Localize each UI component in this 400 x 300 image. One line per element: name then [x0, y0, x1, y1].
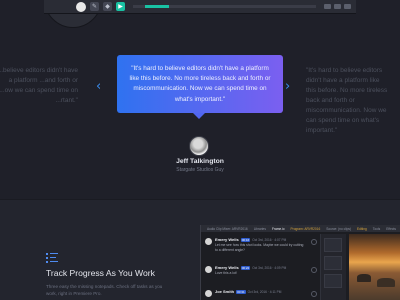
- comment-item[interactable]: Joe Smith 00:31 Oct 3rd, 2016 · 4:11 PM: [205, 289, 317, 300]
- comment-date: Oct 3rd, 2016 · 4:09 PM: [252, 266, 287, 270]
- tab-editing[interactable]: Editing: [357, 227, 367, 231]
- lock-icon[interactable]: ◆: [103, 2, 112, 11]
- comment-text: Love this a lot!: [215, 271, 237, 275]
- testimonial-quote-bubble: "It's hard to believe editors didn't hav…: [117, 55, 283, 119]
- tab-tools[interactable]: Tools: [373, 227, 380, 231]
- prev-arrow-icon[interactable]: ‹: [96, 79, 101, 94]
- comment-timecode[interactable]: 00:31: [236, 290, 246, 294]
- complete-checkbox[interactable]: [311, 291, 317, 297]
- comment-text: Let me see how this shot looks. Maybe we…: [215, 243, 304, 252]
- panel-tabs: Audio Clip Mixer: ARVR2016 Libraries Fra…: [201, 225, 400, 232]
- comment-header: Emery Wells 00:16 Oct 3rd, 2016 · 4:07 PM: [215, 237, 286, 242]
- timeline-track[interactable]: [133, 5, 316, 8]
- thumbnail[interactable]: [324, 256, 342, 270]
- comment-item[interactable]: Emery Wells 00:16 Oct 3rd, 2016 · 4:07 PM …: [205, 237, 317, 258]
- checklist-icon: [46, 252, 58, 263]
- feature-title: Track Progress As You Work: [46, 268, 155, 278]
- timeline-progress: [145, 5, 169, 8]
- app-toolbar: ✎ ◆ ▶: [44, 0, 356, 14]
- author-name: Jeff Talkington: [176, 158, 224, 165]
- side-quote-right: "It's hard to believe editors didn't hav…: [306, 67, 388, 134]
- comment-date: Oct 3rd, 2016 · 4:11 PM: [247, 290, 282, 294]
- tab-libraries[interactable]: Libraries: [254, 227, 266, 231]
- toolbar-tool-icon[interactable]: [344, 4, 351, 9]
- avatar: [205, 290, 212, 297]
- avatar: [205, 238, 212, 245]
- thumbnail-strip[interactable]: [320, 234, 346, 300]
- author-avatar: [189, 136, 209, 156]
- toolbar-tool-icon[interactable]: [324, 4, 331, 9]
- tab-program[interactable]: Program: ARVR2016: [291, 227, 321, 231]
- comment-timecode[interactable]: 00:16: [240, 238, 251, 242]
- comment-timecode[interactable]: 00:22: [240, 266, 251, 270]
- comment-date: Oct 3rd, 2016 · 4:07 PM: [252, 238, 287, 242]
- author-role: Stargate Studios Guy: [176, 167, 224, 173]
- premiere-panel-mockup: Audio Clip Mixer: ARVR2016 Libraries Fra…: [200, 225, 400, 300]
- pencil-icon[interactable]: ✎: [90, 2, 99, 11]
- comment-header: Joe Smith 00:31 Oct 3rd, 2016 · 4:11 PM: [215, 289, 281, 294]
- toolbar-tool-icon[interactable]: [334, 4, 341, 9]
- thumbnail[interactable]: [324, 238, 342, 252]
- complete-checkbox[interactable]: [311, 267, 317, 273]
- next-arrow-icon[interactable]: ›: [285, 79, 290, 94]
- comment-item[interactable]: Emery Wells 00:22 Oct 3rd, 2016 · 4:09 PM …: [205, 265, 317, 286]
- user-icon[interactable]: [76, 1, 86, 12]
- thumbnail[interactable]: [324, 274, 342, 288]
- comment-author: Joe Smith: [215, 289, 235, 294]
- side-quote-left: ...believe editors didn't have a platfor…: [0, 67, 78, 104]
- complete-checkbox[interactable]: [311, 239, 317, 245]
- feature-section: Track Progress As You Work Three easy th…: [0, 199, 400, 300]
- comment-header: Emery Wells 00:22 Oct 3rd, 2016 · 4:09 PM: [215, 265, 286, 270]
- tab-source[interactable]: Source: (no clips): [326, 227, 351, 231]
- feature-description: Three easy the missing notepads. Check o…: [46, 284, 163, 296]
- program-monitor-video[interactable]: [349, 234, 400, 300]
- comment-author: Emery Wells: [215, 237, 239, 242]
- tab-frameio[interactable]: Frame.io: [272, 227, 285, 231]
- play-icon[interactable]: ▶: [116, 2, 125, 11]
- avatar: [205, 266, 212, 273]
- tab-audio-clip-mixer[interactable]: Audio Clip Mixer: ARVR2016: [207, 227, 248, 231]
- tab-effects[interactable]: Effects: [386, 227, 396, 231]
- comment-author: Emery Wells: [215, 265, 239, 270]
